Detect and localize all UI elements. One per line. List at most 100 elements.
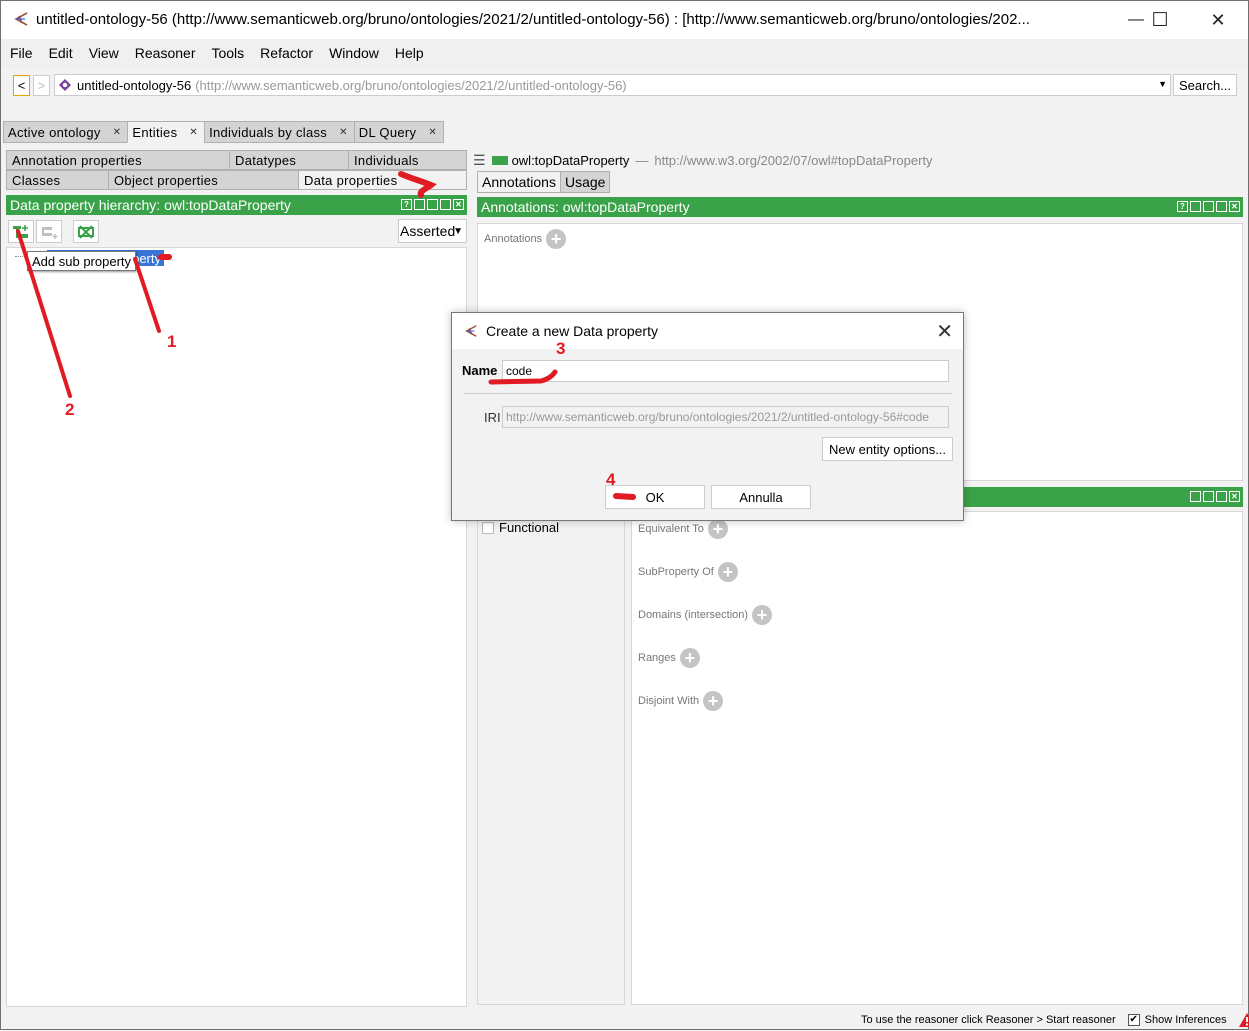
- menu-help[interactable]: Help: [390, 45, 429, 61]
- hierarchy-toolbar: Asserted ▼: [6, 219, 467, 246]
- menu-edit[interactable]: Edit: [44, 45, 78, 61]
- split-horizontal-icon[interactable]: [1203, 491, 1214, 502]
- annotation-number-4: 4: [606, 470, 616, 489]
- menu-window[interactable]: Window: [324, 45, 384, 61]
- workspace-tabs: Active ontology ✕ Entities ✕ Individuals b…: [3, 121, 445, 143]
- split-vertical-icon[interactable]: [414, 199, 425, 210]
- property-tree: roperty Add sub property: [6, 247, 467, 1007]
- annotations-label: Annotations: [484, 233, 543, 245]
- entity-tabs-row-2: Classes Object properties Data propertie…: [6, 170, 467, 190]
- tab-data-properties[interactable]: Data properties: [298, 170, 467, 190]
- iri-label: IRI: [484, 410, 501, 425]
- annotations-title: Annotations: owl:topDataProperty: [481, 199, 690, 215]
- add-range-icon[interactable]: +: [679, 648, 700, 668]
- add-sibling-property-icon: [42, 226, 58, 239]
- add-disjoint-icon[interactable]: +: [703, 691, 724, 711]
- data-property-icon: [491, 155, 508, 165]
- tab-usage[interactable]: Usage: [559, 171, 611, 193]
- functional-checkbox[interactable]: [482, 521, 494, 534]
- tab-object-properties[interactable]: Object properties: [108, 170, 299, 190]
- close-tab-icon[interactable]: ✕: [428, 127, 437, 138]
- close-tab-icon[interactable]: ✕: [189, 127, 198, 138]
- close-tab-icon[interactable]: ✕: [113, 127, 122, 138]
- show-inferences-checkbox[interactable]: ✔: [1127, 1014, 1140, 1026]
- close-tab-icon[interactable]: ✕: [339, 127, 348, 138]
- tab-annotations[interactable]: Annotations: [477, 171, 561, 193]
- menu-view[interactable]: View: [84, 45, 124, 61]
- view-controls: ? ✕: [1177, 201, 1240, 212]
- mode-value: Asserted: [400, 223, 456, 239]
- characteristics-pane: Functional: [477, 511, 625, 1005]
- tab-annotation-properties[interactable]: Annotation properties: [6, 150, 230, 170]
- tab-label: Individuals by class: [209, 124, 328, 140]
- new-entity-options-button[interactable]: New entity options...: [822, 437, 953, 461]
- help-icon[interactable]: ?: [401, 199, 412, 210]
- subproperty-of-row: SubProperty Of +: [638, 562, 738, 582]
- float-view-icon[interactable]: [440, 199, 451, 210]
- close-view-icon[interactable]: ✕: [1229, 201, 1240, 212]
- protege-logo-icon: [14, 12, 28, 26]
- cancel-button[interactable]: Annulla: [711, 485, 811, 509]
- menu-file[interactable]: File: [5, 45, 38, 61]
- maximize-button[interactable]: ☐: [1137, 1, 1183, 39]
- dropdown-arrow-icon: ▼: [453, 226, 463, 237]
- view-controls: ? ✕: [401, 199, 464, 210]
- name-input[interactable]: [502, 360, 949, 382]
- add-equivalent-icon[interactable]: +: [707, 519, 728, 539]
- tab-active-ontology[interactable]: Active ontology ✕: [3, 121, 129, 143]
- close-view-icon[interactable]: ✕: [453, 199, 464, 210]
- annotations-header: Annotations: owl:topDataProperty ? ✕: [477, 197, 1243, 217]
- protege-window: untitled-ontology-56 (http://www.semanti…: [0, 0, 1249, 1030]
- add-sibling-property-button[interactable]: [36, 220, 62, 243]
- domains-row: Domains (intersection) +: [638, 605, 773, 625]
- delete-property-icon: [78, 224, 94, 239]
- float-view-icon[interactable]: [1216, 201, 1227, 212]
- add-sub-property-button[interactable]: [8, 220, 34, 243]
- help-icon[interactable]: ?: [1177, 201, 1188, 212]
- hierarchy-mode-select[interactable]: Asserted ▼: [398, 219, 467, 243]
- menu-reasoner[interactable]: Reasoner: [130, 45, 201, 61]
- search-button[interactable]: Search...: [1173, 74, 1237, 96]
- separator: —: [635, 152, 649, 168]
- ontology-selector[interactable]: untitled-ontology-56 (http://www.semanti…: [54, 74, 1171, 96]
- dropdown-arrow-icon[interactable]: ▼: [1158, 79, 1167, 89]
- menu-refactor[interactable]: Refactor: [255, 45, 318, 61]
- iri-field: http://www.semanticweb.org/bruno/ontolog…: [502, 406, 949, 428]
- tab-dl-query[interactable]: DL Query ✕: [353, 121, 445, 143]
- float-view-icon[interactable]: [1216, 491, 1227, 502]
- dialog-divider: [464, 393, 952, 394]
- tab-individuals[interactable]: Individuals: [348, 150, 467, 170]
- name-label: Name: [462, 363, 498, 378]
- close-button[interactable]: ✕: [1195, 1, 1241, 39]
- split-horizontal-icon[interactable]: [427, 199, 438, 210]
- entity-details-panel: ☰ owl:topDataProperty — http://www.w3.or…: [473, 149, 1245, 1009]
- add-annotation-icon[interactable]: +: [546, 229, 567, 249]
- tab-entities[interactable]: Entities ✕: [127, 121, 206, 143]
- split-vertical-icon[interactable]: [1190, 201, 1201, 212]
- view-controls: ✕: [1190, 491, 1240, 502]
- forward-button[interactable]: >: [33, 75, 50, 96]
- ok-button[interactable]: OK: [605, 485, 705, 509]
- tooltip: Add sub property: [27, 251, 137, 271]
- ontology-name: untitled-ontology-56: [77, 77, 192, 93]
- tab-individuals-by-class[interactable]: Individuals by class ✕: [204, 121, 355, 143]
- warning-icon[interactable]: [1238, 1013, 1249, 1027]
- menu-tools[interactable]: Tools: [206, 45, 249, 61]
- tab-label: Active ontology: [8, 124, 101, 140]
- delete-property-button[interactable]: [73, 220, 99, 243]
- add-domain-icon[interactable]: +: [752, 605, 773, 625]
- tab-classes[interactable]: Classes: [6, 170, 109, 190]
- entity-iri: http://www.w3.org/2002/07/owl#topDataPro…: [654, 152, 933, 168]
- dialog-title: Create a new Data property: [486, 323, 658, 339]
- tab-label: DL Query: [358, 124, 417, 140]
- tab-datatypes[interactable]: Datatypes: [229, 150, 349, 170]
- split-horizontal-icon[interactable]: [1203, 201, 1214, 212]
- add-superproperty-icon[interactable]: +: [717, 562, 738, 582]
- dialog-title-bar: Create a new Data property ✕: [452, 313, 963, 349]
- close-view-icon[interactable]: ✕: [1229, 491, 1240, 502]
- split-vertical-icon[interactable]: [1190, 491, 1201, 502]
- back-button[interactable]: <: [13, 75, 30, 96]
- menu-bar: File Edit View Reasoner Tools Refactor W…: [1, 39, 1248, 67]
- dialog-close-icon[interactable]: ✕: [936, 319, 953, 344]
- menu-icon[interactable]: ☰: [473, 152, 486, 169]
